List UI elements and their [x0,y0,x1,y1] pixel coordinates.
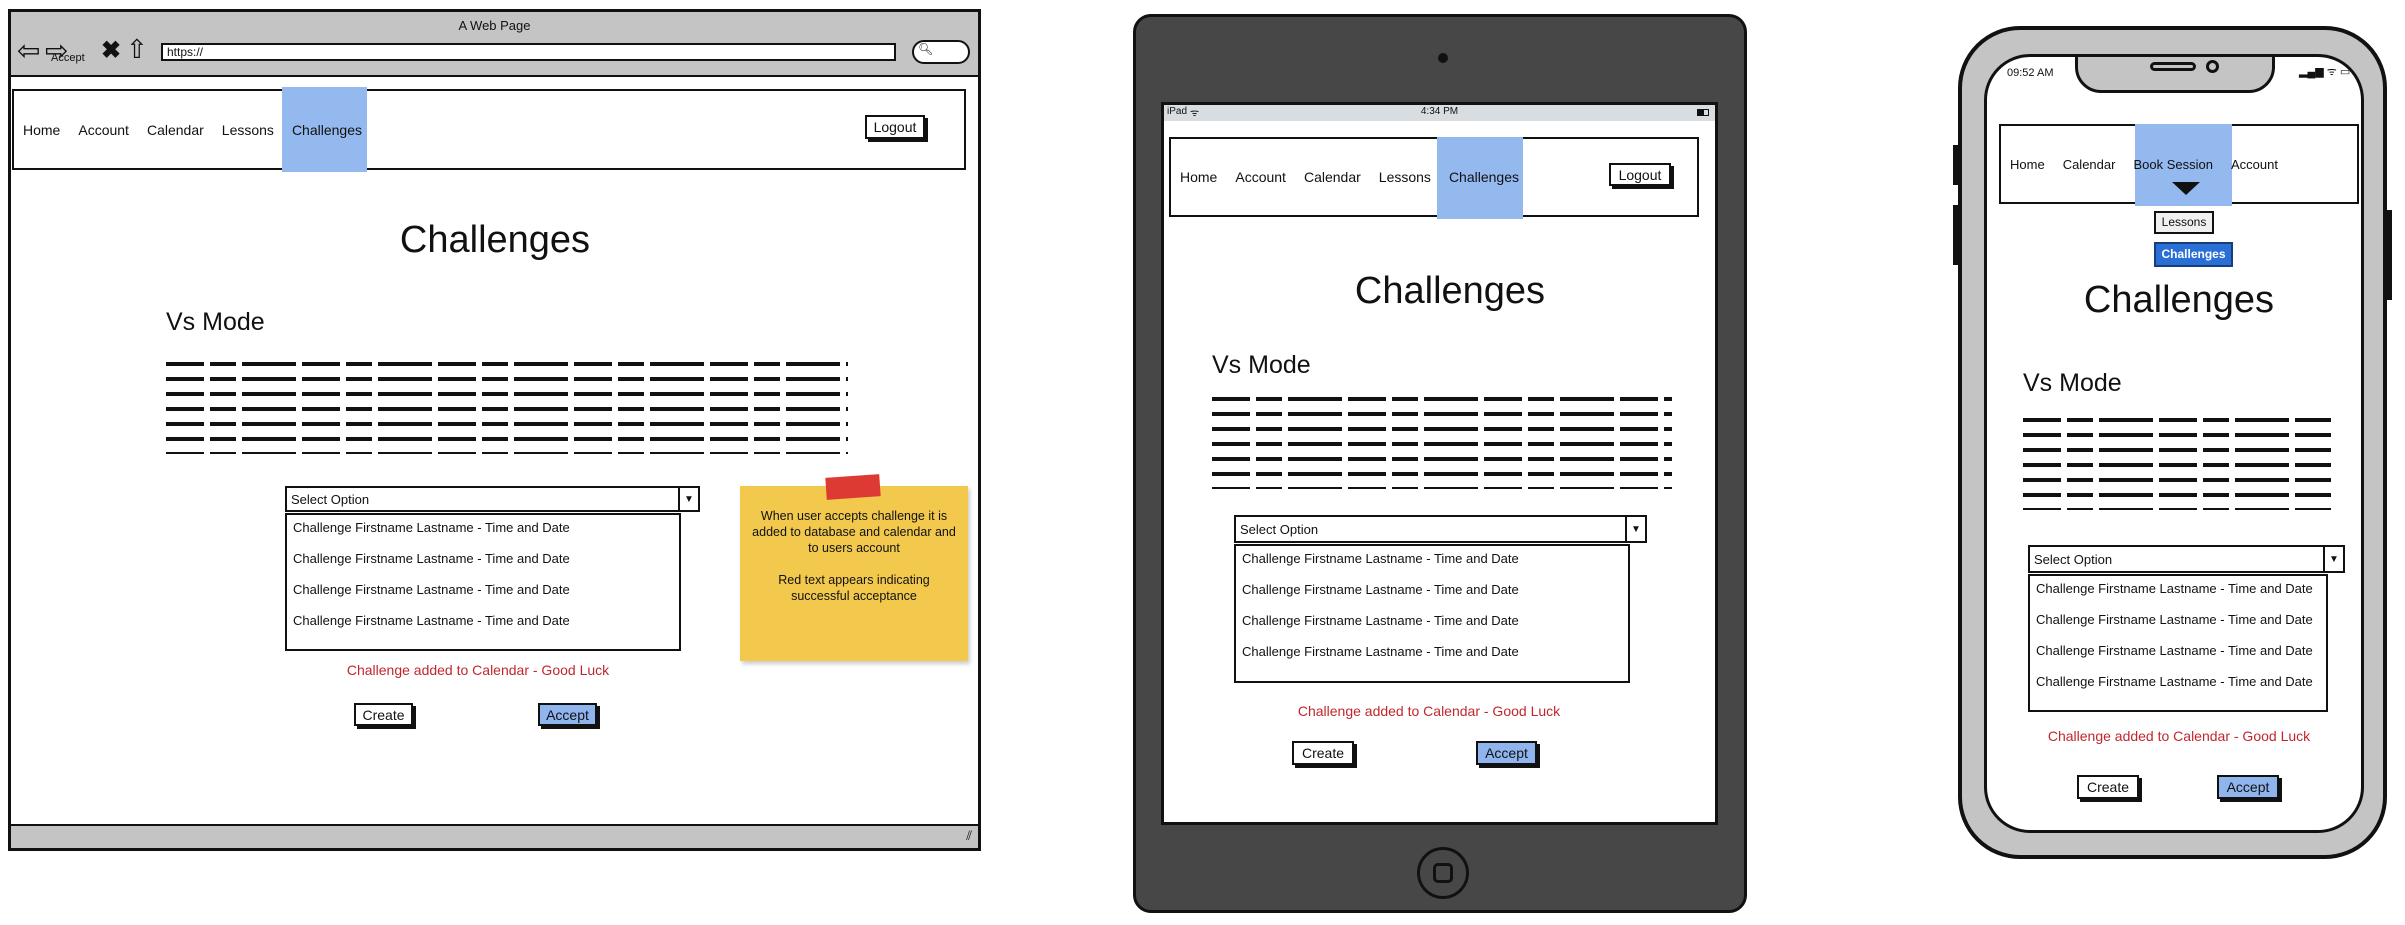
list-item[interactable]: Challenge Firstname Lastname - Time and … [1242,612,1622,643]
nav-lessons[interactable]: Lessons [1370,169,1440,185]
list-item[interactable]: Challenge Firstname Lastname - Time and … [2036,642,2320,673]
status-time: 09:52 AM [2007,67,2054,79]
challenge-select[interactable]: Select Option ▼ [1234,515,1647,543]
tablet-nav: Home Account Calendar Lessons Challenges… [1169,137,1699,219]
list-item[interactable]: Challenge Firstname Lastname - Time and … [1242,581,1622,612]
browser-statusbar: ⫽ [11,824,978,848]
home-button[interactable] [1417,847,1469,899]
back-icon[interactable]: ⇦ [17,34,40,67]
search-button[interactable]: 🔍︎ [912,40,970,64]
logout-button[interactable]: Logout [865,115,925,139]
nav-book-session[interactable]: Book Session [2124,157,2222,172]
phone-nav: Home Calendar Book Session Account [1999,124,2359,206]
placeholder-text [2023,418,2331,510]
accept-button[interactable]: Accept [1476,741,1537,765]
dropdown-challenges[interactable]: Challenges [2154,242,2233,267]
nav-challenges[interactable]: Challenges [1440,169,1528,185]
url-input[interactable]: https:// [161,43,896,61]
logout-button[interactable]: Logout [1609,163,1671,186]
battery-icon [1697,109,1709,116]
phone-screen: 09:52 AM ▂▄▆ ᯤ ▭ Home Calendar Book Sess… [1984,54,2364,833]
window-title: A Web Page [458,18,531,33]
success-message: Challenge added to Calendar - Good Luck [1297,703,1561,719]
list-item[interactable]: Challenge Firstname Lastname - Time and … [2036,611,2320,642]
sticky-note: When user accepts challenge it is added … [740,474,968,661]
create-button[interactable]: Create [354,703,413,726]
create-button[interactable]: Create [2077,775,2139,799]
section-title: Vs Mode [166,308,265,336]
placeholder-text [166,362,848,454]
resize-handle-icon[interactable]: ⫽ [966,828,972,844]
list-item[interactable]: Challenge Firstname Lastname - Time and … [293,581,673,612]
accept-button[interactable]: Accept [2217,775,2279,799]
note-text: When user accepts challenge it is added … [752,509,956,555]
speaker-icon [2150,62,2196,71]
camera-icon [1438,53,1448,63]
tape-icon [825,474,881,500]
desktop-nav: Home Account Calendar Lessons Challenges… [12,87,966,172]
nav-home[interactable]: Home [14,122,69,138]
nav-home[interactable]: Home [2001,157,2054,172]
home-icon[interactable]: ⇧ [126,34,148,65]
stray-label: Accept [51,52,85,64]
list-item[interactable]: Challenge Firstname Lastname - Time and … [2036,673,2320,704]
challenge-list: Challenge Firstname Lastname - Time and … [1234,544,1630,683]
list-item[interactable]: Challenge Firstname Lastname - Time and … [1242,643,1622,674]
nav-home[interactable]: Home [1171,169,1226,185]
list-item[interactable]: Challenge Firstname Lastname - Time and … [1242,550,1622,581]
select-value: Select Option [1240,521,1319,537]
tablet-statusbar: iPad ᯤ 4:34 PM [1164,105,1715,121]
list-item[interactable]: Challenge Firstname Lastname - Time and … [293,519,673,550]
nav-account[interactable]: Account [1226,169,1295,185]
select-value: Select Option [2034,551,2113,567]
accept-button[interactable]: Accept [538,703,597,726]
note-text: Red text appears indicating successful a… [778,573,930,603]
nav-calendar[interactable]: Calendar [138,122,213,138]
dropdown-lessons[interactable]: Lessons [2154,211,2214,234]
challenge-select[interactable]: Select Option ▼ [2028,545,2345,573]
challenge-list: Challenge Firstname Lastname - Time and … [285,513,681,651]
list-item[interactable]: Challenge Firstname Lastname - Time and … [293,550,673,581]
side-button[interactable] [1953,205,1959,265]
page-title: Challenges [399,219,591,261]
page-title: Challenges [1354,270,1546,312]
challenge-list: Challenge Firstname Lastname - Time and … [2028,574,2328,712]
search-icon: 🔍︎ [918,42,934,56]
success-message: Challenge added to Calendar - Good Luck [346,662,610,678]
status-time: 4:34 PM [1420,106,1459,117]
nav-challenges[interactable]: Challenges [283,122,371,138]
challenge-select[interactable]: Select Option ▼ [285,486,700,512]
chevron-down-icon[interactable]: ▼ [2323,547,2343,571]
section-title: Vs Mode [2023,369,2122,397]
phone-notch [2075,57,2275,93]
list-item[interactable]: Challenge Firstname Lastname - Time and … [293,612,673,643]
signal-wifi-battery-icons: ▂▄▆ ᯤ ▭ [2299,66,2351,78]
placeholder-text [1212,397,1672,489]
section-title: Vs Mode [1212,351,1311,379]
chevron-down-icon[interactable]: ▼ [678,488,698,510]
nav-account[interactable]: Account [2222,157,2287,172]
side-button[interactable] [1953,145,1959,185]
list-item[interactable]: Challenge Firstname Lastname - Time and … [2036,580,2320,611]
create-button[interactable]: Create [1292,741,1354,765]
side-button[interactable] [2386,210,2392,300]
dropdown-arrow-icon[interactable] [2172,182,2200,195]
select-value: Select Option [291,491,370,507]
chevron-down-icon[interactable]: ▼ [1625,517,1645,541]
browser-titlebar: A Web Page ⇦ ⇨ Accept ✖ ⇧ https:// 🔍︎ [11,12,978,77]
desktop-browser: A Web Page ⇦ ⇨ Accept ✖ ⇧ https:// 🔍︎ Ho… [8,9,981,851]
tablet-screen: iPad ᯤ 4:34 PM Home Account Calendar Les… [1161,102,1718,825]
nav-account[interactable]: Account [69,122,138,138]
nav-lessons[interactable]: Lessons [213,122,283,138]
camera-icon [2206,60,2219,73]
page-title: Challenges [2083,279,2275,321]
close-icon[interactable]: ✖ [101,36,121,65]
nav-calendar[interactable]: Calendar [2054,157,2125,172]
success-message: Challenge added to Calendar - Good Luck [2047,728,2311,744]
nav-calendar[interactable]: Calendar [1295,169,1370,185]
